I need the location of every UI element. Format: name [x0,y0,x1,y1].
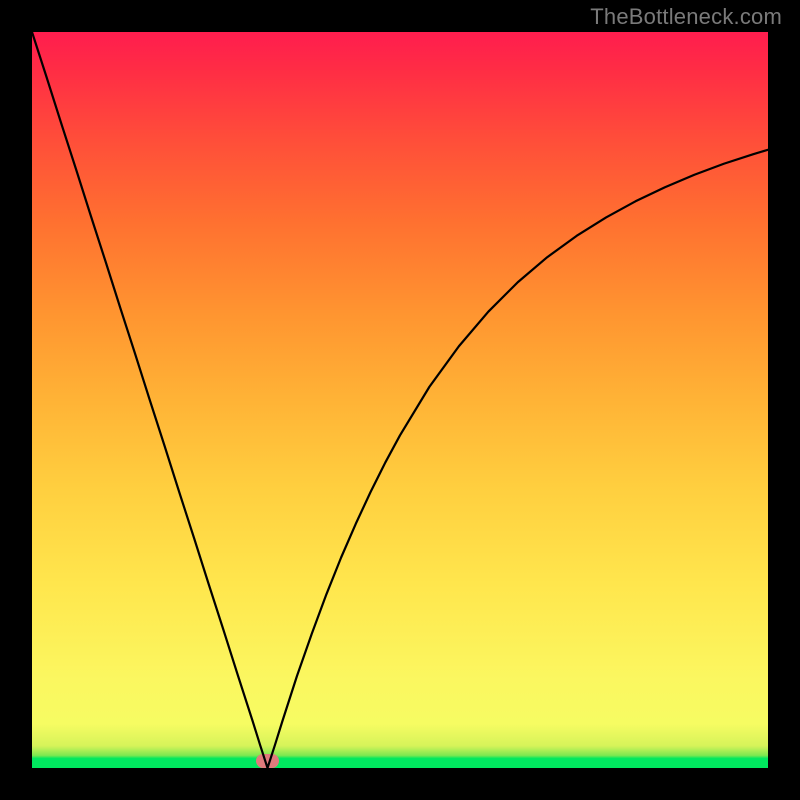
watermark-text: TheBottleneck.com [590,4,782,30]
plot-area [32,32,768,768]
chart-frame: TheBottleneck.com [0,0,800,800]
bottleneck-curve [32,32,768,768]
